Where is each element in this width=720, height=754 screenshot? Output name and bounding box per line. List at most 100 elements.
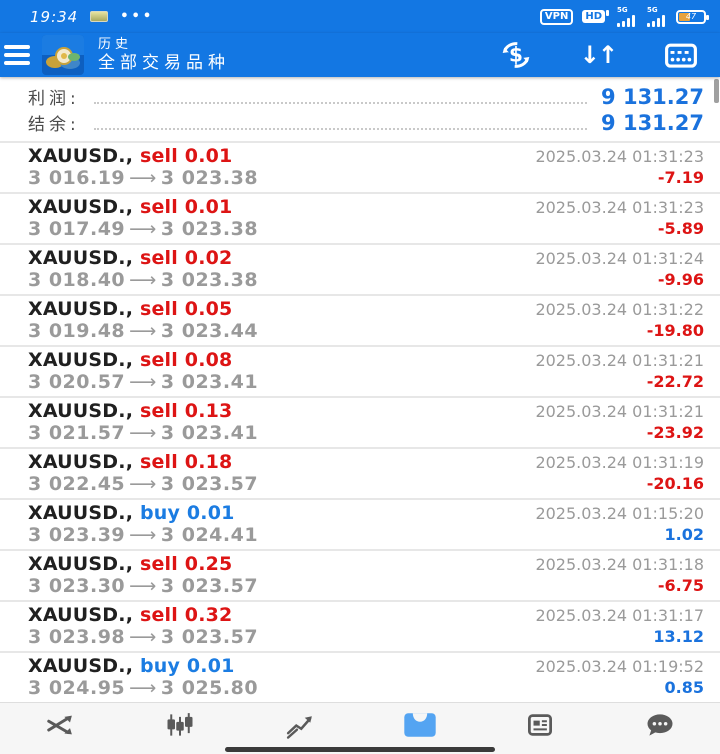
trade-left: XAUUSD., sell 0.13 3 021.57 ⟶ 3 023.41 <box>28 400 258 444</box>
dotted-leader <box>93 128 588 130</box>
trade-datetime: 2025.03.24 01:15:20 <box>535 504 704 523</box>
nav-charts[interactable] <box>145 710 215 740</box>
trade-symbol: XAUUSD., <box>28 502 140 524</box>
home-indicator-bar[interactable] <box>225 747 495 752</box>
trade-datetime: 2025.03.24 01:31:24 <box>535 249 704 268</box>
trade-price-line: 3 022.45 ⟶ 3 023.57 <box>28 473 258 495</box>
signal-sim2-icon: 5G <box>647 6 665 27</box>
trade-symbol: XAUUSD., <box>28 298 140 320</box>
svg-text:$: $ <box>509 43 523 67</box>
trade-symbol: XAUUSD., <box>28 145 140 167</box>
trade-side-volume: sell 0.25 <box>139 553 233 575</box>
trade-close-price: 3 023.38 <box>160 269 259 291</box>
currency-exchange-button[interactable]: $ <box>500 39 532 71</box>
trade-left: XAUUSD., sell 0.01 3 017.49 ⟶ 3 023.38 <box>28 196 258 240</box>
trade-right: 2025.03.24 01:31:23 -7.19 <box>535 145 704 189</box>
trade-left: XAUUSD., buy 0.01 3 024.95 ⟶ 3 025.80 <box>28 655 258 699</box>
trade-side-volume: sell 0.18 <box>139 451 233 473</box>
trade-left: XAUUSD., sell 0.25 3 023.30 ⟶ 3 023.57 <box>28 553 258 597</box>
scrollbar-thumb[interactable] <box>714 79 719 103</box>
trade-row[interactable]: XAUUSD., sell 0.01 3 016.19 ⟶ 3 023.38 202… <box>0 141 720 192</box>
menu-hamburger-icon[interactable] <box>4 45 34 65</box>
balance-label: 结余: <box>28 115 80 135</box>
trade-datetime: 2025.03.24 01:31:22 <box>535 300 704 319</box>
trade-row[interactable]: XAUUSD., sell 0.13 3 021.57 ⟶ 3 023.41 202… <box>0 396 720 447</box>
symbol-filter-label[interactable]: 全部交易品种 <box>98 55 230 72</box>
trade-open-price: 3 024.95 <box>28 677 126 699</box>
trade-title-line: XAUUSD., buy 0.01 <box>28 655 258 677</box>
trade-side-volume: sell 0.08 <box>139 349 233 371</box>
trade-open-price: 3 022.45 <box>28 473 126 495</box>
signal-sim1-icon: 5G <box>617 6 635 27</box>
trade-row[interactable]: XAUUSD., buy 0.01 3 024.95 ⟶ 3 025.80 2025… <box>0 651 720 702</box>
trade-side-volume: buy 0.01 <box>139 502 235 524</box>
trade-price-line: 3 023.39 ⟶ 3 024.41 <box>28 524 258 546</box>
trade-row[interactable]: XAUUSD., sell 0.25 3 023.30 ⟶ 3 023.57 202… <box>0 549 720 600</box>
trade-title-line: XAUUSD., sell 0.18 <box>28 451 258 473</box>
trade-row[interactable]: XAUUSD., sell 0.32 3 023.98 ⟶ 3 023.57 202… <box>0 600 720 651</box>
trade-right: 2025.03.24 01:31:24 -9.96 <box>535 247 704 291</box>
status-left: 19:34 ••• <box>30 8 154 26</box>
trade-price-line: 3 019.48 ⟶ 3 023.44 <box>28 320 258 342</box>
trade-symbol: XAUUSD., <box>28 553 140 575</box>
nav-trade[interactable] <box>265 710 335 740</box>
trade-row[interactable]: XAUUSD., sell 0.01 3 017.49 ⟶ 3 023.38 202… <box>0 192 720 243</box>
nav-quotes[interactable] <box>25 710 95 740</box>
vpn-badge: VPN <box>539 8 574 25</box>
trade-row[interactable]: XAUUSD., buy 0.01 3 023.39 ⟶ 3 024.41 2025… <box>0 498 720 549</box>
trade-title-line: XAUUSD., sell 0.32 <box>28 604 258 626</box>
trade-list: XAUUSD., sell 0.01 3 016.19 ⟶ 3 023.38 202… <box>0 141 720 702</box>
trade-right: 2025.03.24 01:15:20 1.02 <box>535 502 704 546</box>
arrow-right-icon: ⟶ <box>129 524 157 546</box>
arrow-right-icon: ⟶ <box>129 473 157 495</box>
account-summary: 利润: 9 131.27 结余: 9 131.27 <box>0 77 720 141</box>
trade-profit: -20.16 <box>646 474 704 493</box>
trade-title-line: XAUUSD., buy 0.01 <box>28 502 258 524</box>
trade-profit: 13.12 <box>653 627 704 646</box>
trade-open-price: 3 021.57 <box>28 422 126 444</box>
header-titles: 历史 全部交易品种 <box>98 38 230 72</box>
trade-left: XAUUSD., buy 0.01 3 023.39 ⟶ 3 024.41 <box>28 502 258 546</box>
trade-profit: -6.75 <box>657 576 704 595</box>
balance-summary-row: 结余: 9 131.27 <box>28 110 704 136</box>
trade-profit: -5.89 <box>657 219 704 238</box>
signal-bars-icon <box>647 14 665 27</box>
trade-row[interactable]: XAUUSD., sell 0.05 3 019.48 ⟶ 3 023.44 202… <box>0 294 720 345</box>
trade-close-price: 3 023.57 <box>160 626 259 648</box>
trade-right: 2025.03.24 01:31:19 -20.16 <box>535 451 704 495</box>
trade-close-price: 3 023.38 <box>160 167 259 189</box>
trade-row[interactable]: XAUUSD., sell 0.18 3 022.45 ⟶ 3 023.57 202… <box>0 447 720 498</box>
trade-row[interactable]: XAUUSD., sell 0.02 3 018.40 ⟶ 3 023.38 202… <box>0 243 720 294</box>
nav-news[interactable] <box>505 710 575 740</box>
trade-symbol: XAUUSD., <box>28 604 140 626</box>
status-bar: 19:34 ••• VPN HD 5G 5G 47 <box>0 0 720 33</box>
trade-title-line: XAUUSD., sell 0.05 <box>28 298 258 320</box>
trade-open-price: 3 018.40 <box>28 269 126 291</box>
trade-symbol: XAUUSD., <box>28 349 140 371</box>
profit-value: 9 131.27 <box>601 85 704 109</box>
page-title: 历史 <box>98 37 133 52</box>
trade-close-price: 3 023.41 <box>160 371 259 393</box>
trade-left: XAUUSD., sell 0.05 3 019.48 ⟶ 3 023.44 <box>28 298 258 342</box>
hd-badge: HD <box>582 10 609 23</box>
nav-messages[interactable] <box>625 710 695 740</box>
header-actions: $ ↓ ↑ <box>500 39 698 71</box>
nav-history[interactable] <box>385 710 455 740</box>
trade-price-line: 3 024.95 ⟶ 3 025.80 <box>28 677 258 699</box>
trade-profit: -9.96 <box>657 270 704 289</box>
trade-title-line: XAUUSD., sell 0.25 <box>28 553 258 575</box>
bottom-nav <box>0 702 720 754</box>
trade-left: XAUUSD., sell 0.08 3 020.57 ⟶ 3 023.41 <box>28 349 258 393</box>
arrow-right-icon: ⟶ <box>129 269 157 291</box>
trade-symbol: XAUUSD., <box>28 655 140 677</box>
arrow-right-icon: ⟶ <box>129 575 157 597</box>
trade-profit: -19.80 <box>646 321 704 340</box>
trade-symbol: XAUUSD., <box>28 400 140 422</box>
trade-title-line: XAUUSD., sell 0.02 <box>28 247 258 269</box>
trade-datetime: 2025.03.24 01:31:21 <box>535 402 704 421</box>
arrow-right-icon: ⟶ <box>129 218 157 240</box>
trade-row[interactable]: XAUUSD., sell 0.08 3 020.57 ⟶ 3 023.41 202… <box>0 345 720 396</box>
calendar-period-button[interactable] <box>664 39 698 71</box>
trade-side-volume: sell 0.32 <box>139 604 233 626</box>
sort-order-button[interactable]: ↓ ↑ <box>580 43 618 67</box>
